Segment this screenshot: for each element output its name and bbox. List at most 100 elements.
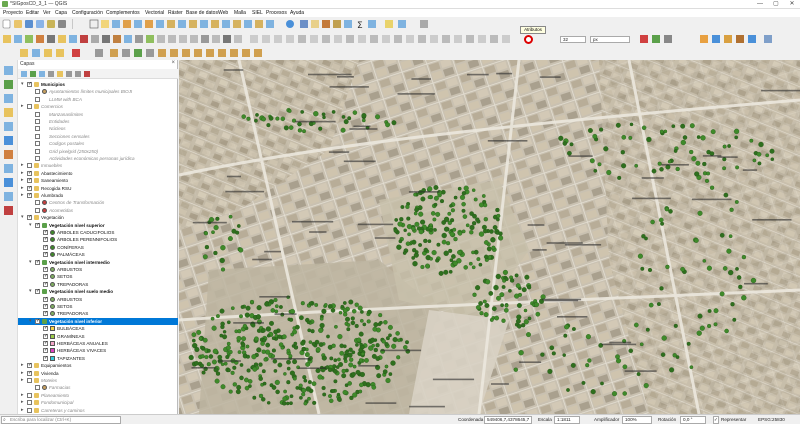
scale-combo[interactable]: 32 xyxy=(560,36,586,43)
layer-row[interactable]: Actividades económicas personas jurídica xyxy=(18,155,178,162)
locator-bar[interactable]: ⌕ Escriba para localizar (Ctrl+K) xyxy=(1,416,121,424)
layer-visibility-checkbox[interactable] xyxy=(27,177,32,184)
layer-visibility-checkbox[interactable] xyxy=(43,251,48,258)
layer-row[interactable]: ARBUSTOS xyxy=(18,266,178,273)
layer-visibility-checkbox[interactable] xyxy=(35,141,40,147)
layer-row[interactable]: ▸ Equipamientos xyxy=(18,362,178,369)
layer-visibility-checkbox[interactable] xyxy=(43,244,48,250)
layer-visibility-checkbox[interactable] xyxy=(27,407,32,413)
magnifier-field[interactable]: 100% xyxy=(622,416,652,424)
menu-siel[interactable]: SIEL xyxy=(252,10,263,16)
layer-row[interactable]: HERBÁCEAS VIVACES xyxy=(18,347,178,354)
layer-visibility-checkbox[interactable] xyxy=(35,156,40,161)
menu-ayuda[interactable]: Ayuda xyxy=(290,10,304,16)
layer-visibility-checkbox[interactable] xyxy=(27,163,32,169)
layer-row[interactable]: LLMM with BCA xyxy=(18,96,178,103)
rotation-field[interactable]: 0,0 ° xyxy=(680,416,706,424)
layer-row[interactable]: ▸ Planeamiento xyxy=(18,392,178,399)
menu-raster[interactable]: Ráster xyxy=(168,10,183,16)
scale-field[interactable]: 1:1811 xyxy=(554,416,580,424)
maximize-button[interactable]: ▢ xyxy=(768,0,784,9)
layer-visibility-checkbox[interactable] xyxy=(35,288,40,295)
expand-arrow-icon[interactable]: ▾ xyxy=(29,318,32,325)
layer-visibility-checkbox[interactable] xyxy=(35,119,40,124)
layer-row[interactable]: CONÍFERAS xyxy=(18,244,178,251)
layer-visibility-checkbox[interactable] xyxy=(27,104,32,110)
layer-row[interactable]: ▾ Vegetación nivel inferior xyxy=(18,317,178,325)
layer-row[interactable]: BULBÁCEAS xyxy=(18,325,178,332)
menu-ver[interactable]: Ver xyxy=(43,10,51,16)
menu-capa[interactable]: Capa xyxy=(55,10,67,16)
layer-visibility-checkbox[interactable] xyxy=(27,378,32,383)
layer-visibility-checkbox[interactable] xyxy=(27,392,32,398)
minimize-button[interactable]: — xyxy=(752,0,768,9)
layer-row[interactable]: ▸ Carreteras y caminos xyxy=(18,407,178,414)
layer-visibility-checkbox[interactable] xyxy=(27,170,32,176)
layer-visibility-checkbox[interactable] xyxy=(43,340,48,346)
menu-vectorial[interactable]: Vectorial xyxy=(145,10,164,16)
layer-visibility-checkbox[interactable] xyxy=(43,333,48,339)
layer-visibility-checkbox[interactable] xyxy=(27,400,32,406)
layer-row[interactable]: ▸ Comercios xyxy=(18,103,178,110)
layer-row[interactable]: HERBÁCEAS ANUALES xyxy=(18,340,178,347)
layer-row[interactable]: ▾ Vegetación nivel intermedio xyxy=(18,259,178,266)
expand-arrow-icon[interactable]: ▸ xyxy=(21,407,24,414)
layer-row[interactable]: Acometidas xyxy=(18,207,178,214)
menu-editar[interactable]: Editar xyxy=(26,10,39,16)
layer-visibility-checkbox[interactable] xyxy=(43,347,48,354)
layer-row[interactable]: Codigos postales xyxy=(18,140,178,147)
layer-row[interactable]: Centros de Transformación xyxy=(18,199,178,206)
expand-arrow-icon[interactable]: ▸ xyxy=(21,185,24,192)
render-checkbox[interactable]: ✓ xyxy=(713,416,719,424)
expand-arrow-icon[interactable]: ▾ xyxy=(29,259,32,266)
menu-configuracion[interactable]: Configuración xyxy=(72,10,103,16)
unit-combo[interactable]: px xyxy=(590,36,630,43)
expand-arrow-icon[interactable]: ▸ xyxy=(21,162,24,169)
layer-visibility-checkbox[interactable] xyxy=(43,229,48,235)
layer-row[interactable]: ▸ Vivienda xyxy=(18,370,178,377)
layer-row[interactable]: ▾ Vegetación nivel suelo medio xyxy=(18,288,178,295)
layer-row[interactable]: TREPADORAS xyxy=(18,310,178,317)
layer-visibility-checkbox[interactable] xyxy=(35,318,40,324)
layer-visibility-checkbox[interactable] xyxy=(43,296,48,302)
menu-complementos[interactable]: Complementos xyxy=(106,10,140,16)
layer-visibility-checkbox[interactable] xyxy=(35,385,40,391)
layer-row[interactable]: SETOS xyxy=(18,303,178,310)
layer-visibility-checkbox[interactable] xyxy=(35,96,40,102)
close-window-button[interactable]: ✕ xyxy=(784,0,800,9)
layer-visibility-checkbox[interactable] xyxy=(27,362,32,369)
expand-arrow-icon[interactable]: ▸ xyxy=(21,362,24,369)
layer-visibility-checkbox[interactable] xyxy=(43,355,48,361)
layer-visibility-checkbox[interactable] xyxy=(43,266,48,272)
layer-row[interactable]: ▸ Alumbrado xyxy=(18,192,178,199)
layer-row[interactable]: ▸ Recogida RSU xyxy=(18,185,178,192)
expand-arrow-icon[interactable]: ▸ xyxy=(21,170,24,177)
expand-arrow-icon[interactable]: ▸ xyxy=(21,177,24,184)
layer-row[interactable]: GRAMÍNEAS xyxy=(18,333,178,340)
layer-visibility-checkbox[interactable] xyxy=(35,133,40,139)
layer-row[interactable]: ▸ Inmuebles xyxy=(18,162,178,169)
menu-web[interactable]: Web xyxy=(218,10,228,16)
crs-label[interactable]: EPSG:25830 xyxy=(758,417,785,422)
menu-proyecto[interactable]: Proyecto xyxy=(3,10,23,16)
menu-base-de-datos[interactable]: Base de datos xyxy=(186,10,218,16)
expand-arrow-icon[interactable]: ▸ xyxy=(21,370,24,377)
layer-row[interactable]: TAPIZANTES xyxy=(18,355,178,362)
attributes-button[interactable] xyxy=(524,35,533,44)
expand-arrow-icon[interactable]: ▾ xyxy=(29,288,32,295)
menu-procesos[interactable]: Procesos xyxy=(266,10,287,16)
layer-row[interactable]: Grid pixelgrid (250x250) xyxy=(18,148,178,155)
layer-row[interactable]: ▸ Fondomunicipal xyxy=(18,399,178,406)
layer-visibility-checkbox[interactable] xyxy=(27,81,32,87)
layer-row[interactable]: ▸ Saneamiento xyxy=(18,177,178,184)
layer-visibility-checkbox[interactable] xyxy=(35,126,40,132)
layer-visibility-checkbox[interactable] xyxy=(27,214,32,221)
layer-visibility-checkbox[interactable] xyxy=(43,303,48,309)
layer-row[interactable]: ÁRBOLES PERENNIFOLIOS xyxy=(18,236,178,243)
layer-visibility-checkbox[interactable] xyxy=(27,192,32,198)
layer-row[interactable]: ARBUSTOS xyxy=(18,296,178,303)
layer-row[interactable]: SETOS xyxy=(18,273,178,280)
layer-row[interactable]: Manzanaslimites xyxy=(18,111,178,118)
layer-visibility-checkbox[interactable] xyxy=(43,273,48,280)
layer-row[interactable]: Secciones censales xyxy=(18,133,178,140)
